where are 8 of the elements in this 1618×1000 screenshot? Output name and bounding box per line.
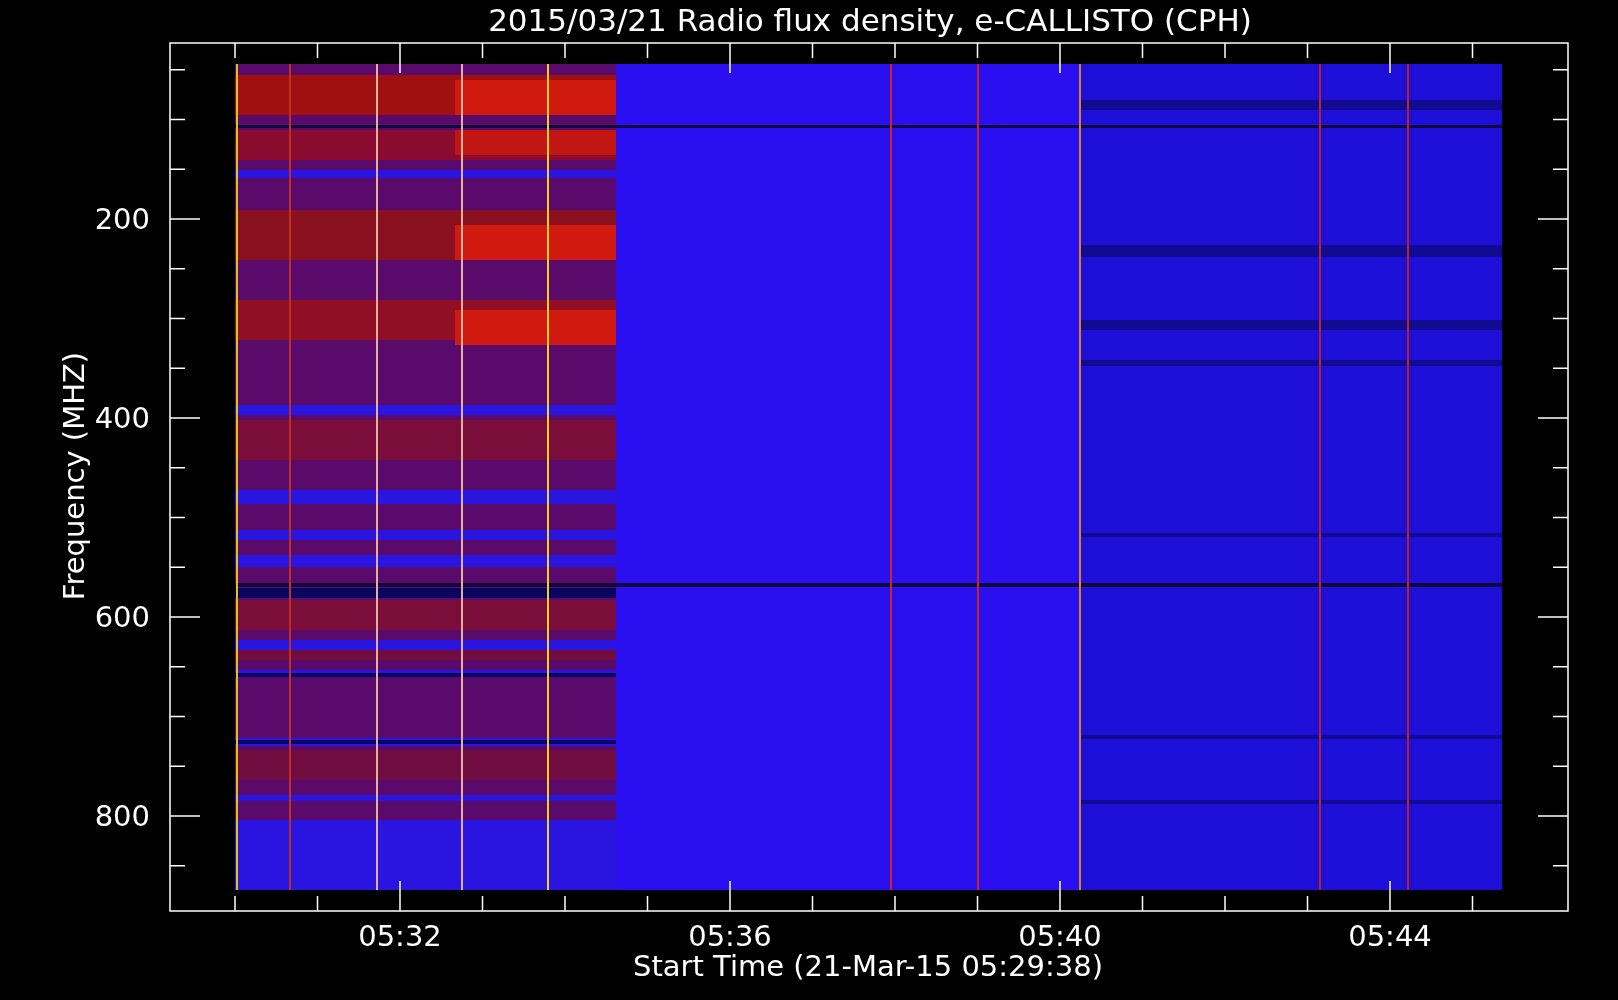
plot-title: 2015/03/21 Radio flux density, e-CALLISTO (CPH) [488, 2, 1252, 38]
y-axis-label: Frequency (MHZ) [57, 351, 91, 601]
y-tick-label: 200 [94, 202, 150, 236]
x-tick-label: 05:32 [358, 919, 442, 953]
y-tick-label: 800 [94, 799, 150, 833]
y-tick-label: 600 [94, 600, 150, 634]
x-tick-label: 05:44 [1348, 919, 1432, 953]
y-tick-label: 400 [94, 401, 150, 435]
